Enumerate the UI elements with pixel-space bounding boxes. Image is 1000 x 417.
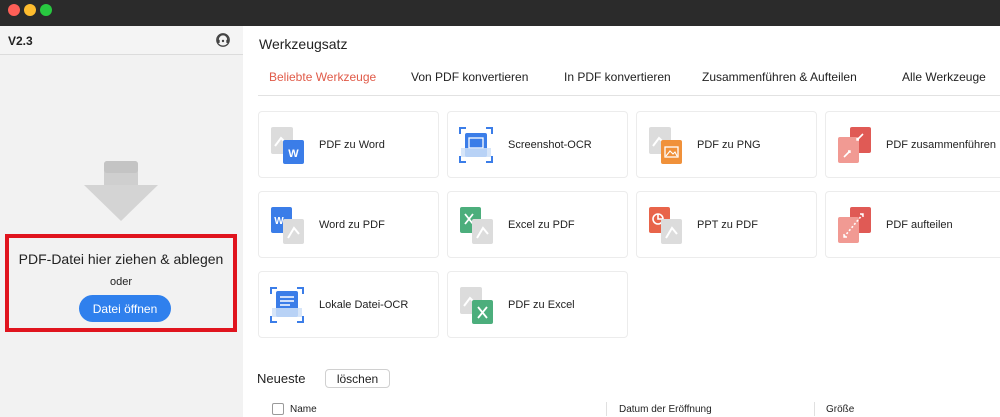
- tool-label: PDF zu Excel: [508, 299, 575, 311]
- sidebar: V2.3 PDF-Datei hier ziehen & ablegen ode…: [0, 26, 243, 417]
- zoom-window-button[interactable]: [40, 4, 52, 16]
- tab-popular-tools[interactable]: Beliebte Werkzeuge: [269, 70, 376, 84]
- tab-to-pdf[interactable]: In PDF konvertieren: [564, 70, 671, 84]
- tab-from-pdf[interactable]: Von PDF konvertieren: [411, 70, 528, 84]
- open-file-button[interactable]: Datei öffnen: [79, 295, 171, 322]
- local-file-ocr-icon: [270, 287, 304, 323]
- main-panel: Werkzeugsatz Beliebte Werkzeuge Von PDF …: [243, 26, 1000, 417]
- tool-label: PPT zu PDF: [697, 219, 758, 231]
- tool-card-pdf-merge[interactable]: PDF zusammenführen: [825, 111, 1000, 178]
- tool-card-screenshot-ocr[interactable]: Screenshot-OCR: [447, 111, 628, 178]
- column-header-size[interactable]: Größe: [826, 404, 854, 415]
- tool-card-pdf-to-excel[interactable]: PDF zu Excel: [447, 271, 628, 338]
- window-titlebar: [0, 0, 1000, 26]
- drop-or-label: oder: [109, 276, 133, 288]
- tool-tabs: Beliebte Werkzeuge Von PDF konvertieren …: [258, 66, 1000, 96]
- tool-card-excel-to-pdf[interactable]: Excel zu PDF: [447, 191, 628, 258]
- page-title: Werkzeugsatz: [259, 36, 348, 52]
- column-divider: [606, 402, 607, 416]
- excel-to-pdf-icon: [460, 207, 493, 244]
- tool-label: Lokale Datei-OCR: [319, 299, 409, 311]
- ppt-to-pdf-icon: [649, 207, 682, 244]
- svg-text:W: W: [274, 216, 284, 227]
- tool-card-pdf-to-png[interactable]: PDF zu PNG: [636, 111, 817, 178]
- pdf-merge-icon: [838, 127, 871, 163]
- tool-label: Screenshot-OCR: [508, 139, 592, 151]
- tab-merge-split[interactable]: Zusammenführen & Aufteilen: [702, 70, 857, 84]
- tool-label: PDF zusammenführen: [886, 139, 997, 151]
- pdf-to-png-icon: [649, 127, 682, 164]
- drop-title: PDF-Datei hier ziehen & ablegen: [18, 251, 224, 267]
- column-divider: [814, 402, 815, 416]
- version-label: V2.3: [8, 34, 33, 48]
- tool-card-word-to-pdf[interactable]: W Word zu PDF: [258, 191, 439, 258]
- pdf-to-word-icon: W: [271, 127, 304, 164]
- headset-icon[interactable]: [215, 32, 231, 48]
- word-to-pdf-icon: W: [271, 207, 304, 244]
- download-arrow-icon: [84, 161, 158, 221]
- minimize-window-button[interactable]: [24, 4, 36, 16]
- pdf-to-excel-icon: [460, 287, 493, 324]
- select-all-checkbox[interactable]: [272, 403, 284, 415]
- screenshot-ocr-icon: [459, 127, 493, 163]
- close-window-button[interactable]: [8, 4, 20, 16]
- tool-label: Excel zu PDF: [508, 219, 575, 231]
- pdf-split-icon: [838, 207, 871, 243]
- clear-recent-button[interactable]: löschen: [325, 369, 390, 388]
- tool-label: PDF zu PNG: [697, 139, 761, 151]
- tool-label: Word zu PDF: [319, 219, 385, 231]
- column-header-opened-date[interactable]: Datum der Eröffnung: [619, 404, 712, 415]
- tool-card-pdf-to-word[interactable]: W PDF zu Word: [258, 111, 439, 178]
- tab-all-tools[interactable]: Alle Werkzeuge: [902, 70, 986, 84]
- column-header-name[interactable]: Name: [290, 404, 317, 415]
- file-drop-zone[interactable]: PDF-Datei hier ziehen & ablegen oder Dat…: [5, 234, 237, 332]
- svg-text:W: W: [288, 148, 299, 160]
- recent-title: Neueste: [257, 371, 306, 386]
- tool-card-local-file-ocr[interactable]: Lokale Datei-OCR: [258, 271, 439, 338]
- tool-label: PDF aufteilen: [886, 219, 953, 231]
- tool-card-ppt-to-pdf[interactable]: PPT zu PDF: [636, 191, 817, 258]
- tool-label: PDF zu Word: [319, 139, 385, 151]
- tool-card-pdf-split[interactable]: PDF aufteilen: [825, 191, 1000, 258]
- sidebar-header: V2.3: [0, 26, 243, 55]
